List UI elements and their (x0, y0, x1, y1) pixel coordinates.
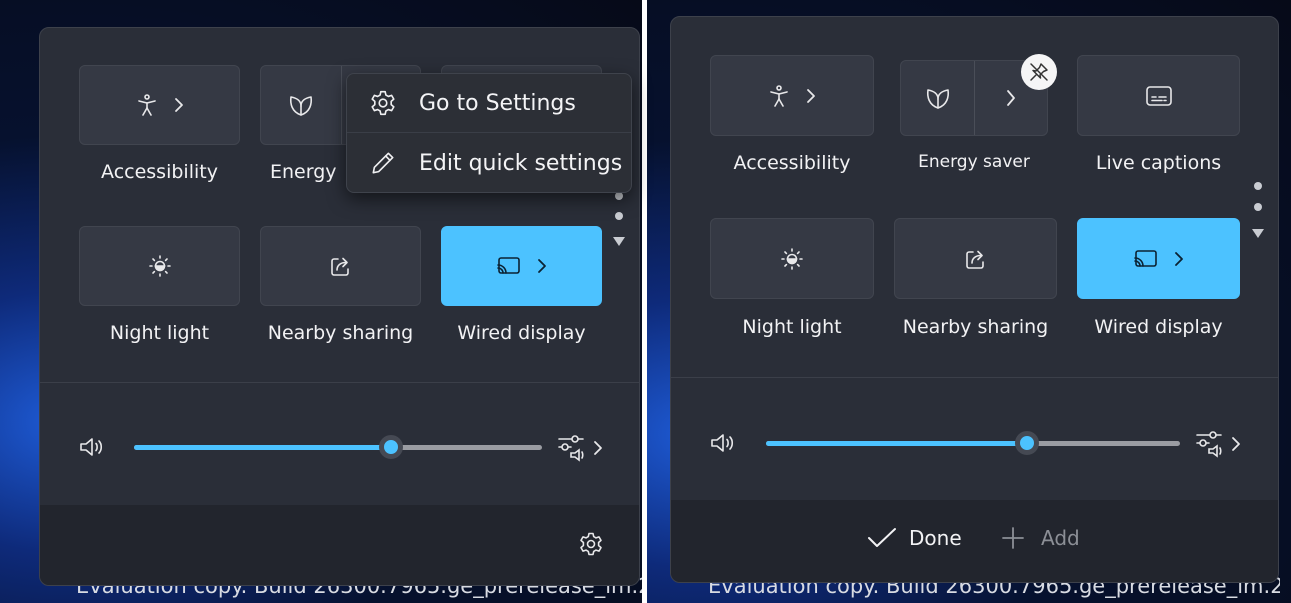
live-captions-tile[interactable] (1077, 55, 1240, 136)
gear-icon[interactable] (578, 531, 604, 557)
accessibility-icon (137, 94, 156, 116)
accessibility-tile[interactable] (79, 65, 240, 145)
tile-label: Energy (270, 161, 337, 183)
menu-item-label: Edit quick settings (419, 150, 623, 176)
page-indicator-dot[interactable] (615, 212, 623, 220)
cast-icon (1133, 249, 1157, 267)
volume-fill (766, 441, 1027, 446)
chevron-right-icon (1007, 90, 1015, 106)
menu-divider (347, 132, 631, 133)
screenshot-divider (642, 0, 647, 603)
edit-quick-settings-menu-item[interactable]: Edit quick settings (347, 134, 631, 192)
done-button[interactable]: Done (867, 526, 962, 550)
share-icon (330, 257, 349, 276)
brightness-icon (781, 247, 803, 270)
tile-label: Accessibility (733, 152, 851, 174)
tile-label: Energy saver (918, 152, 1030, 172)
volume-thumb[interactable] (1014, 431, 1039, 455)
volume-slider[interactable] (134, 435, 542, 459)
chevron-right-icon[interactable] (805, 88, 817, 104)
section-divider (40, 382, 639, 383)
audio-mixer-icon[interactable] (1195, 429, 1227, 459)
accessibility-icon (770, 84, 788, 107)
caret-down-icon[interactable] (612, 235, 626, 247)
chevron-right-icon[interactable] (1231, 436, 1241, 452)
caret-down-icon[interactable] (1251, 227, 1265, 239)
tile-label: Wired display (457, 322, 586, 344)
energy-saver-toggle[interactable] (901, 61, 974, 135)
checkmark-icon (868, 528, 896, 547)
leaf-icon (926, 89, 949, 109)
night-light-tile[interactable] (710, 218, 874, 299)
gear-icon (371, 90, 395, 116)
unpin-icon (1030, 63, 1048, 81)
captions-icon (1145, 85, 1172, 106)
volume-slider[interactable] (766, 431, 1180, 455)
add-button[interactable]: Add (1001, 526, 1080, 550)
page-indicator-dot[interactable] (1254, 203, 1262, 211)
volume-fill (134, 445, 392, 450)
tile-label: Wired display (1094, 316, 1223, 338)
energy-saver-toggle[interactable] (261, 66, 341, 144)
quick-settings-edit-panel: Accessibility Energy saver Live captions… (670, 16, 1279, 583)
panel-footer: Done Add (671, 500, 1278, 582)
audio-mixer-icon[interactable] (557, 433, 589, 463)
tile-label: Night light (742, 316, 842, 338)
tile-context-menu: Go to Settings Edit quick settings (346, 73, 632, 193)
chevron-right-icon[interactable] (173, 97, 185, 113)
leaf-icon (289, 96, 313, 116)
page-indicator-dot[interactable] (1254, 182, 1262, 190)
pencil-icon (372, 152, 394, 174)
add-label: Add (1041, 526, 1080, 550)
unpin-button[interactable] (1021, 54, 1057, 90)
accessibility-tile[interactable] (710, 55, 874, 136)
volume-thumb[interactable] (379, 435, 404, 459)
tile-label: Live captions (1095, 152, 1222, 174)
wired-display-tile[interactable] (441, 226, 602, 306)
chevron-right-icon[interactable] (1173, 251, 1185, 267)
speaker-icon[interactable] (78, 435, 106, 459)
plus-icon (1002, 527, 1024, 549)
nearby-sharing-tile[interactable] (260, 226, 421, 306)
chevron-right-icon[interactable] (536, 258, 548, 274)
done-label: Done (909, 526, 962, 550)
wired-display-tile[interactable] (1077, 218, 1240, 299)
chevron-right-icon[interactable] (593, 440, 603, 456)
menu-item-label: Go to Settings (419, 90, 576, 116)
share-icon (965, 250, 984, 269)
tile-label: Accessibility (101, 161, 218, 183)
cast-icon (496, 257, 520, 274)
page-indicator-dot[interactable] (615, 192, 623, 200)
tile-label: Night light (109, 322, 210, 344)
speaker-icon[interactable] (709, 431, 737, 455)
go-to-settings-menu-item[interactable]: Go to Settings (347, 74, 631, 132)
nearby-sharing-tile[interactable] (894, 218, 1057, 299)
tile-label: Nearby sharing (267, 322, 414, 344)
tile-label: Nearby sharing (902, 316, 1049, 338)
brightness-icon (148, 255, 171, 277)
section-divider (671, 377, 1278, 378)
night-light-tile[interactable] (79, 226, 240, 306)
panel-footer (40, 505, 639, 585)
